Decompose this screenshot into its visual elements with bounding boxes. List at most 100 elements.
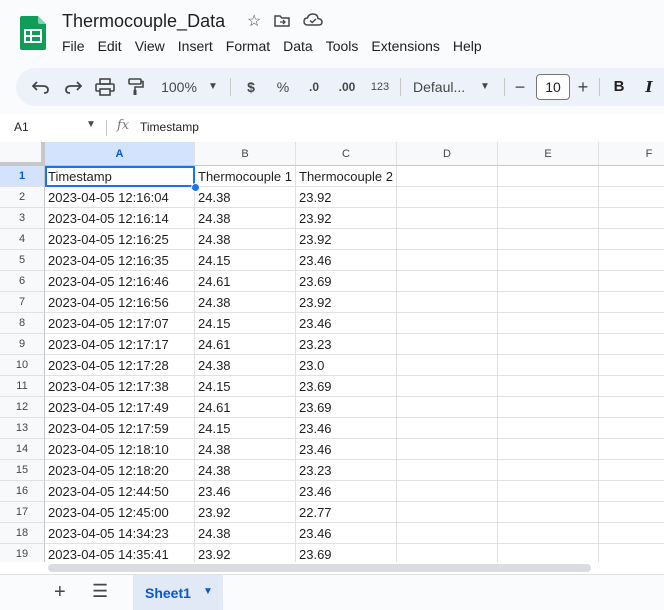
sheets-logo-icon[interactable] [20, 16, 46, 50]
cell-b17[interactable]: 23.92 [195, 502, 296, 523]
cell-b13[interactable]: 24.15 [195, 418, 296, 439]
column-header-a[interactable]: A [45, 142, 195, 166]
cell-a9[interactable]: 2023-04-05 12:17:17 [45, 334, 195, 355]
cell-c2[interactable]: 23.92 [296, 187, 397, 208]
cell-e14[interactable] [498, 439, 599, 460]
cell-e18[interactable] [498, 523, 599, 544]
cell-e11[interactable] [498, 376, 599, 397]
menu-view[interactable]: View [135, 38, 172, 54]
font-family-select[interactable]: Defaul... [413, 68, 471, 106]
cell-e2[interactable] [498, 187, 599, 208]
cell-c16[interactable]: 23.46 [296, 481, 397, 502]
cell-f10[interactable] [599, 355, 664, 376]
cell-a3[interactable]: 2023-04-05 12:16:14 [45, 208, 195, 229]
cell-d12[interactable] [397, 397, 498, 418]
cell-c12[interactable]: 23.69 [296, 397, 397, 418]
undo-icon[interactable] [32, 79, 50, 95]
fill-handle[interactable] [191, 183, 200, 192]
cell-c7[interactable]: 23.92 [296, 292, 397, 313]
row-header[interactable]: 10 [0, 355, 45, 376]
menu-data[interactable]: Data [283, 38, 320, 54]
cell-c3[interactable]: 23.92 [296, 208, 397, 229]
cell-f15[interactable] [599, 460, 664, 481]
cell-c10[interactable]: 23.0 [296, 355, 397, 376]
cell-e10[interactable] [498, 355, 599, 376]
cell-f11[interactable] [599, 376, 664, 397]
cell-c4[interactable]: 23.92 [296, 229, 397, 250]
row-header[interactable]: 13 [0, 418, 45, 439]
formula-input[interactable]: Timestamp [140, 120, 199, 134]
cell-c5[interactable]: 23.46 [296, 250, 397, 271]
print-icon[interactable] [95, 78, 115, 96]
cell-d2[interactable] [397, 187, 498, 208]
cell-c1[interactable]: Thermocouple 2 [296, 166, 397, 187]
select-all-corner[interactable] [0, 142, 45, 166]
document-title[interactable]: Thermocouple_Data [62, 11, 225, 32]
cell-f6[interactable] [599, 271, 664, 292]
cell-b6[interactable]: 24.61 [195, 271, 296, 292]
cell-e8[interactable] [498, 313, 599, 334]
cell-b18[interactable]: 24.38 [195, 523, 296, 544]
scrollbar-thumb[interactable] [48, 564, 591, 572]
number-format-button[interactable]: 123 [369, 68, 391, 106]
cell-a6[interactable]: 2023-04-05 12:16:46 [45, 271, 195, 292]
cell-b19[interactable]: 23.92 [195, 544, 296, 562]
cell-b14[interactable]: 24.38 [195, 439, 296, 460]
cell-f16[interactable] [599, 481, 664, 502]
cell-e12[interactable] [498, 397, 599, 418]
currency-format-button[interactable]: $ [244, 68, 258, 106]
horizontal-scrollbar[interactable] [0, 562, 664, 574]
cell-d13[interactable] [397, 418, 498, 439]
cell-a7[interactable]: 2023-04-05 12:16:56 [45, 292, 195, 313]
row-header[interactable]: 19 [0, 544, 45, 562]
cell-f4[interactable] [599, 229, 664, 250]
increase-decimal-button[interactable]: .00 [335, 68, 359, 106]
column-header-b[interactable]: B [195, 142, 296, 166]
name-box[interactable]: A1 [14, 120, 29, 134]
cell-d19[interactable] [397, 544, 498, 562]
menu-insert[interactable]: Insert [178, 38, 220, 54]
cell-f1[interactable] [599, 166, 664, 187]
cell-d4[interactable] [397, 229, 498, 250]
row-header[interactable]: 3 [0, 208, 45, 229]
cell-e5[interactable] [498, 250, 599, 271]
cell-a11[interactable]: 2023-04-05 12:17:38 [45, 376, 195, 397]
cell-a18[interactable]: 2023-04-05 14:34:23 [45, 523, 195, 544]
cell-b3[interactable]: 24.38 [195, 208, 296, 229]
cell-d18[interactable] [397, 523, 498, 544]
cell-c14[interactable]: 23.46 [296, 439, 397, 460]
cell-b9[interactable]: 24.61 [195, 334, 296, 355]
row-header[interactable]: 18 [0, 523, 45, 544]
cell-b2[interactable]: 24.38 [195, 187, 296, 208]
row-header[interactable]: 1 [0, 166, 45, 187]
column-header-f[interactable]: F [599, 142, 664, 166]
cell-b12[interactable]: 24.61 [195, 397, 296, 418]
add-sheet-icon[interactable]: + [54, 581, 66, 604]
row-header[interactable]: 2 [0, 187, 45, 208]
cell-b10[interactable]: 24.38 [195, 355, 296, 376]
cell-d14[interactable] [397, 439, 498, 460]
cell-a12[interactable]: 2023-04-05 12:17:49 [45, 397, 195, 418]
row-header[interactable]: 4 [0, 229, 45, 250]
menu-help[interactable]: Help [453, 38, 489, 54]
zoom-dropdown-arrow-icon[interactable]: ▼ [208, 68, 218, 106]
menu-extensions[interactable]: Extensions [371, 38, 446, 54]
cell-f13[interactable] [599, 418, 664, 439]
cell-a8[interactable]: 2023-04-05 12:17:07 [45, 313, 195, 334]
cell-f17[interactable] [599, 502, 664, 523]
decrease-decimal-button[interactable]: .0 [304, 68, 324, 106]
cell-e3[interactable] [498, 208, 599, 229]
cell-d1[interactable] [397, 166, 498, 187]
cell-c18[interactable]: 23.46 [296, 523, 397, 544]
star-icon[interactable]: ☆ [247, 11, 261, 31]
row-header[interactable]: 11 [0, 376, 45, 397]
sheet-tab-menu-icon[interactable]: ▼ [203, 586, 213, 597]
percent-format-button[interactable]: % [275, 68, 291, 106]
move-folder-icon[interactable] [273, 11, 291, 29]
row-header[interactable]: 6 [0, 271, 45, 292]
cell-a19[interactable]: 2023-04-05 14:35:41 [45, 544, 195, 562]
font-size-input[interactable]: 10 [536, 74, 570, 100]
cell-e15[interactable] [498, 460, 599, 481]
sheet-tab-sheet1[interactable]: Sheet1 ▼ [133, 575, 223, 610]
spreadsheet-grid[interactable]: A B C D E F 1 Timestamp Thermocouple 1 Thermocoup… [0, 142, 664, 562]
